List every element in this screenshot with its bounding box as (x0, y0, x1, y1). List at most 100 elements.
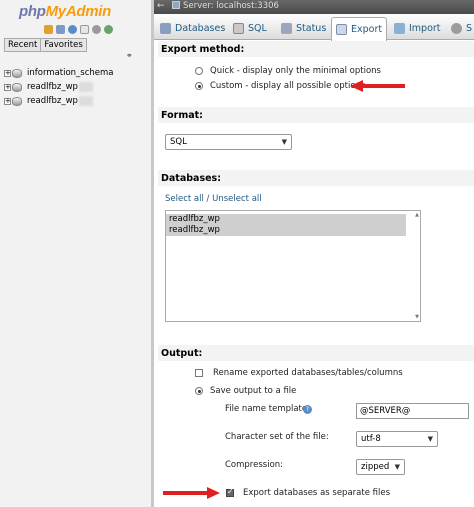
format-header-bg (158, 107, 474, 123)
tab-databases[interactable]: Databases (156, 17, 229, 39)
tab-import[interactable]: Import (390, 17, 445, 39)
file-name-template-input[interactable]: @SERVER@ (356, 403, 469, 419)
logo-php-text: php (19, 3, 46, 20)
tree-item-label[interactable]: information_schema (27, 68, 114, 78)
tab-recent[interactable]: Recent (4, 38, 42, 52)
logo-myadmin-text: MyAdmin (45, 3, 112, 20)
chevron-down-icon: ▼ (427, 435, 433, 443)
radio-quick[interactable] (195, 67, 203, 75)
database-option-label: readlfbz_wp (169, 214, 220, 224)
help-icon[interactable] (68, 25, 77, 34)
rename-checkbox[interactable] (195, 369, 203, 377)
reload-icon[interactable] (104, 25, 113, 34)
expand-icon[interactable]: + (4, 69, 11, 77)
tab-sql[interactable]: SQL (229, 17, 271, 39)
separate-files-checkbox[interactable] (226, 487, 234, 497)
databases-listbox[interactable]: readlfbz_wp readlfbz_wp ▲ ▼ (165, 210, 421, 322)
compression-select[interactable]: zipped ▼ (356, 459, 405, 475)
chevron-down-icon: ▼ (281, 138, 287, 146)
format-heading: Format: (161, 110, 203, 121)
select-unselect-links: Select all / Unselect all (165, 194, 262, 204)
settings-icon (451, 22, 462, 34)
database-option[interactable]: readlfbz_wp (166, 225, 406, 236)
home-icon[interactable] (44, 25, 53, 34)
server-icon (172, 1, 180, 9)
server-breadcrumb-bar: ← Server: localhost:3306 (154, 0, 474, 14)
nav-tabs: Recent Favorites (4, 38, 87, 52)
tab-label: S (466, 22, 473, 34)
annotation-arrow-separate-files (163, 487, 220, 499)
annotation-arrow-custom (350, 80, 405, 92)
link-icon[interactable]: ⚭ (126, 51, 133, 60)
nav-icon-bar (44, 25, 113, 34)
output-header-bg (158, 345, 474, 361)
collapse-arrow-icon[interactable]: ← (157, 1, 165, 11)
tree-item-label[interactable]: readlfbz_wp (27, 96, 78, 106)
charset-value: utf-8 (361, 434, 381, 444)
import-icon (394, 22, 405, 34)
link-separator: / (203, 194, 213, 204)
radio-quick-label[interactable]: Quick - display only the minimal options (210, 66, 381, 76)
logout-icon[interactable] (56, 25, 65, 34)
database-icon (12, 96, 22, 106)
redacted-blur (78, 96, 93, 106)
format-select[interactable]: SQL ▼ (165, 134, 292, 150)
compression-value: zipped (361, 462, 390, 472)
output-heading: Output: (161, 348, 203, 359)
save-to-file-radio[interactable] (195, 387, 203, 395)
phpmyadmin-logo[interactable]: phpMyAdmin (19, 3, 111, 20)
server-breadcrumb[interactable]: Server: localhost:3306 (172, 1, 279, 11)
help-icon[interactable]: ? (303, 405, 312, 414)
database-icon (12, 68, 22, 78)
compression-label: Compression: (225, 460, 284, 470)
tab-export[interactable]: Export (331, 17, 388, 41)
tab-favorites[interactable]: Favorites (41, 38, 87, 52)
chevron-down-icon: ▼ (394, 463, 400, 471)
database-option-label: readlfbz_wp (169, 225, 220, 235)
tree-item-readlfbz-wp-2[interactable]: + readlfbz_wp (4, 94, 114, 108)
charset-label: Character set of the file: (225, 432, 329, 442)
sql-icon (233, 22, 244, 34)
tab-status[interactable]: Status (277, 17, 330, 39)
tree-item-label[interactable]: readlfbz_wp (27, 82, 78, 92)
expand-icon[interactable]: + (4, 97, 11, 105)
tab-settings[interactable]: S (447, 17, 474, 39)
format-value: SQL (170, 137, 187, 147)
database-option[interactable]: readlfbz_wp (166, 214, 406, 225)
database-icon (12, 82, 22, 92)
save-to-file-label[interactable]: Save output to a file (210, 386, 296, 396)
server-label: Server: localhost:3306 (183, 1, 279, 11)
scroll-up-icon[interactable]: ▲ (415, 212, 419, 218)
scroll-down-icon[interactable]: ▼ (415, 314, 419, 320)
charset-select[interactable]: utf-8 ▼ (356, 431, 438, 447)
status-icon (281, 22, 292, 34)
tab-label: SQL (248, 22, 267, 34)
radio-custom-label[interactable]: Custom - display all possible options (210, 81, 365, 91)
select-all-link[interactable]: Select all (165, 194, 204, 204)
databases-heading: Databases: (161, 173, 222, 184)
top-menu: Databases SQL Status Export Import S (154, 14, 474, 41)
export-method-heading: Export method: (161, 44, 245, 55)
docs-icon[interactable] (80, 25, 89, 34)
unselect-all-link[interactable]: Unselect all (212, 194, 262, 204)
tab-label: Export (351, 24, 383, 35)
database-tree: + information_schema + readlfbz_wp + rea… (4, 66, 114, 108)
redacted-blur (78, 82, 93, 92)
file-name-template-value: @SERVER@ (360, 406, 411, 416)
export-content: Export method: Quick - display only the … (154, 41, 474, 507)
export-icon (336, 24, 347, 35)
tab-label: Status (296, 22, 327, 34)
tab-label: Databases (175, 22, 226, 34)
rename-label[interactable]: Rename exported databases/tables/columns (213, 368, 403, 378)
file-name-template-label: File name template: (225, 404, 310, 414)
gear-icon[interactable] (92, 25, 101, 34)
tab-label: Import (409, 22, 441, 34)
databases-icon (160, 22, 171, 34)
tree-item-information-schema[interactable]: + information_schema (4, 66, 114, 80)
main-area: ← Server: localhost:3306 Databases SQL S… (154, 0, 474, 507)
expand-icon[interactable]: + (4, 83, 11, 91)
navigation-panel: phpMyAdmin Recent Favorites ⚭ + informat… (0, 0, 151, 507)
separate-files-label[interactable]: Export databases as separate files (243, 488, 390, 498)
tree-item-readlfbz-wp-1[interactable]: + readlfbz_wp (4, 80, 114, 94)
radio-custom[interactable] (195, 82, 203, 90)
